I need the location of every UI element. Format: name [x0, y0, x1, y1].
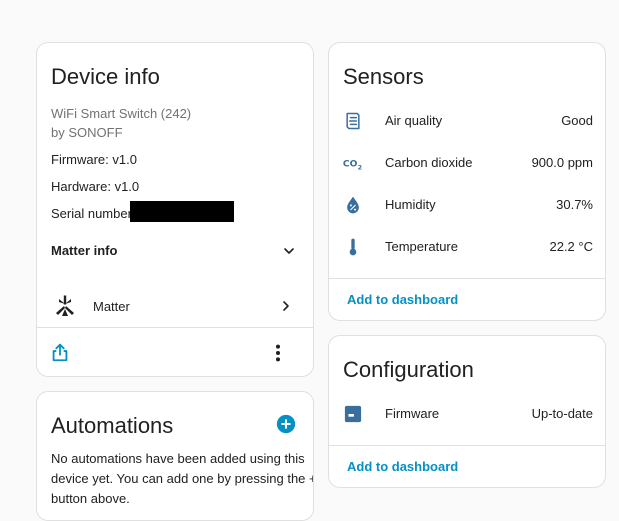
svg-text:CO: CO — [343, 159, 358, 170]
sensor-label-carbon-dioxide: Carbon dioxide — [385, 155, 473, 170]
sensor-label-humidity: Humidity — [385, 197, 436, 212]
matter-info-expander[interactable]: Matter info — [37, 233, 313, 269]
configuration-add-to-dashboard-button[interactable]: Add to dashboard — [347, 459, 458, 474]
sensor-row-humidity[interactable]: Humidity 30.7% — [329, 187, 605, 223]
sensors-divider — [329, 278, 605, 279]
device-manufacturer: by SONOFF — [51, 125, 123, 140]
configuration-divider — [329, 445, 605, 446]
molecule-co2-icon: CO 2 — [343, 159, 362, 172]
chevron-down-icon — [284, 248, 294, 254]
more-vertical-icon[interactable] — [267, 342, 289, 364]
thermometer-icon — [349, 238, 357, 256]
chevron-right-icon — [283, 301, 289, 311]
sensors-title: Sensors — [343, 64, 424, 89]
automations-card: Automations No automations have been add… — [36, 391, 314, 521]
device-info-card: Device info WiFi Smart Switch (242) by S… — [36, 42, 314, 377]
sensor-row-carbon-dioxide[interactable]: CO 2 Carbon dioxide 900.0 ppm — [329, 145, 605, 181]
add-automation-button[interactable] — [276, 414, 296, 434]
sensor-label-air-quality: Air quality — [385, 113, 443, 128]
water-percent-icon — [347, 196, 359, 214]
device-info-divider — [37, 327, 313, 328]
serial-number-redacted — [130, 201, 234, 222]
sensor-label-temperature: Temperature — [385, 239, 458, 254]
matter-label: Matter — [93, 299, 130, 314]
hardware-version: Hardware: v1.0 — [51, 179, 140, 194]
sensor-value-air-quality: Good — [561, 113, 593, 128]
matter-info-label: Matter info — [51, 243, 118, 258]
svg-text:2: 2 — [358, 163, 362, 171]
firmware-version: Firmware: v1.0 — [51, 152, 137, 167]
configuration-firmware-value: Up-to-date — [531, 406, 593, 421]
firmware-icon — [344, 405, 362, 423]
share-icon[interactable] — [49, 341, 71, 363]
sensors-card: Sensors Air quality Good CO 2 Carbon dio… — [328, 42, 606, 321]
air-filter-icon — [346, 112, 360, 130]
sensors-add-to-dashboard-button[interactable]: Add to dashboard — [347, 292, 458, 307]
matter-row[interactable]: Matter — [37, 287, 313, 325]
sensor-value-carbon-dioxide: 900.0 ppm — [531, 155, 593, 170]
device-model: WiFi Smart Switch (242) — [51, 106, 192, 121]
sensor-row-temperature[interactable]: Temperature 22.2 °C — [329, 229, 605, 265]
automations-empty-text-1: No automations have been added using thi… — [51, 451, 305, 466]
configuration-card: Configuration Firmware Up-to-date Add to… — [328, 335, 606, 488]
sensor-row-air-quality[interactable]: Air quality Good — [329, 103, 605, 139]
serial-number-label: Serial number: — [51, 206, 136, 221]
automations-empty-text-2: device yet. You can add one by pressing … — [51, 471, 314, 486]
automations-empty-text-3: button above. — [51, 491, 130, 506]
matter-icon — [56, 295, 74, 316]
device-info-title: Device info — [51, 64, 160, 89]
automations-title: Automations — [51, 413, 174, 438]
sensor-value-humidity: 30.7% — [556, 197, 593, 212]
configuration-title: Configuration — [343, 357, 474, 382]
configuration-row-firmware[interactable]: Firmware Up-to-date — [329, 396, 605, 432]
configuration-firmware-label: Firmware — [385, 406, 440, 421]
sensor-value-temperature: 22.2 °C — [549, 239, 593, 254]
